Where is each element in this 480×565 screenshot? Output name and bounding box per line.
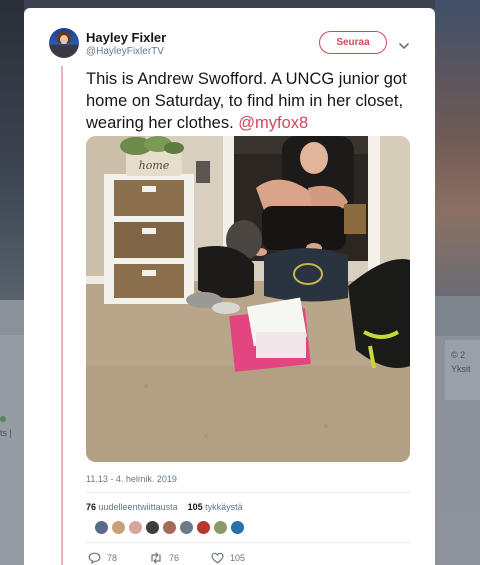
- avatar-face: [60, 35, 68, 44]
- liker-avatar[interactable]: [111, 520, 126, 535]
- background-nav-bar: [435, 296, 480, 336]
- engagement-stats: 76 uudelleentwiittausta 105 tykkäystä: [86, 502, 243, 512]
- tweet-photo[interactable]: home: [86, 136, 410, 462]
- footer-link: Yksit: [451, 364, 471, 374]
- chevron-down-icon[interactable]: [398, 38, 410, 49]
- mention-link[interactable]: @myfox8: [238, 114, 308, 132]
- liker-avatar[interactable]: [179, 520, 194, 535]
- retweets-count[interactable]: 76: [86, 502, 96, 512]
- retweet-count: 76: [169, 553, 180, 563]
- likes-count[interactable]: 105: [188, 502, 203, 512]
- liker-avatar[interactable]: [128, 520, 143, 535]
- basket-label: home: [139, 159, 170, 172]
- liker-avatar[interactable]: [94, 520, 109, 535]
- reply-icon: [88, 552, 101, 564]
- thread-line: [61, 66, 63, 565]
- tweet-card: Hayley Fixler @HayleyFixlerTV Seuraa Thi…: [24, 8, 435, 565]
- liker-avatar[interactable]: [196, 520, 211, 535]
- background-footer-card: © 2 Yksit: [445, 340, 480, 400]
- like-count: 105: [230, 553, 246, 563]
- background-sidebar-text: ts |: [0, 428, 12, 438]
- follow-button[interactable]: Seuraa: [319, 31, 387, 54]
- background-header-image: [0, 0, 24, 300]
- retweet-button[interactable]: 76: [149, 552, 179, 564]
- tweet-text: This is Andrew Swofford. A UNCG junior g…: [86, 68, 426, 134]
- avatar[interactable]: [49, 28, 79, 58]
- divider: [86, 542, 411, 543]
- author-handle[interactable]: @HayleyFixlerTV: [86, 46, 164, 57]
- liker-avatars: [94, 520, 245, 536]
- retweets-label[interactable]: uudelleentwiittausta: [99, 502, 178, 512]
- background-sidebar-card: [0, 335, 24, 565]
- divider: [86, 492, 411, 493]
- reply-count: 78: [107, 553, 118, 563]
- footer-copyright: © 2: [451, 350, 466, 360]
- photo-illustration: home: [86, 136, 410, 462]
- liker-avatar[interactable]: [213, 520, 228, 535]
- background-header-image: [435, 0, 480, 300]
- liker-avatar[interactable]: [230, 520, 245, 535]
- author-display-name[interactable]: Hayley Fixler: [86, 30, 166, 45]
- heart-icon: [211, 552, 224, 564]
- retweet-icon: [149, 552, 163, 564]
- background-status-dot: [0, 416, 6, 422]
- liker-avatar[interactable]: [162, 520, 177, 535]
- likes-label[interactable]: tykkäystä: [205, 502, 243, 512]
- tweet-actions: 78 76 105: [88, 552, 277, 564]
- tweet-timestamp[interactable]: 11.13 - 4. helmik. 2019: [86, 474, 177, 484]
- liker-avatar[interactable]: [145, 520, 160, 535]
- reply-button[interactable]: 78: [88, 552, 117, 564]
- like-button[interactable]: 105: [211, 552, 245, 564]
